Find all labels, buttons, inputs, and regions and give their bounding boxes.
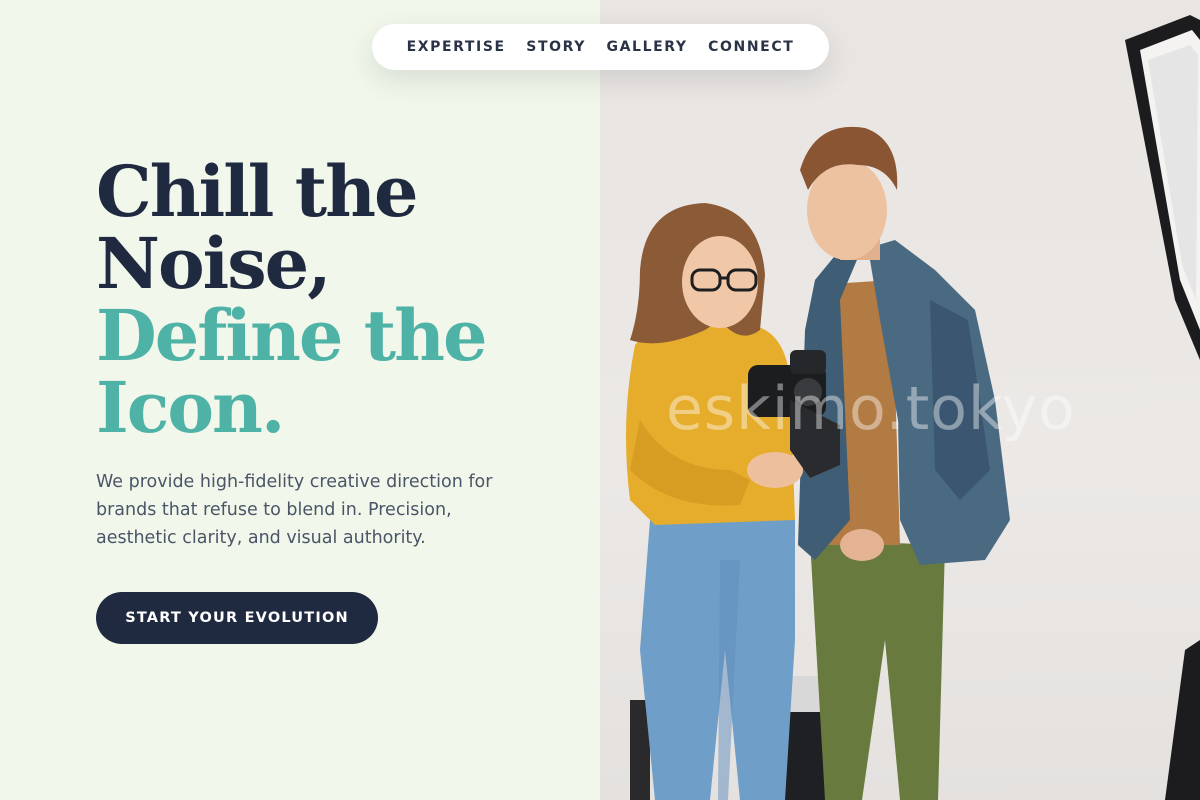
headline-line-4: Icon. <box>96 366 285 449</box>
nav-link-story[interactable]: STORY <box>526 39 586 55</box>
top-navigation: EXPERTISE STORY GALLERY CONNECT <box>372 24 829 70</box>
nav-link-connect[interactable]: CONNECT <box>708 39 794 55</box>
headline-line-3: Define the <box>96 294 488 377</box>
hero-section: Chill the Noise, Define the Icon. We pro… <box>0 0 600 800</box>
hero-description: We provide high-fidelity creative direct… <box>96 472 493 548</box>
start-evolution-button[interactable]: START YOUR EVOLUTION <box>96 592 378 644</box>
headline-line-1: Chill the <box>96 150 419 233</box>
hero-headline: Chill the Noise, Define the Icon. <box>96 156 556 444</box>
nav-link-expertise[interactable]: EXPERTISE <box>407 39 506 55</box>
nav-link-gallery[interactable]: GALLERY <box>607 39 688 55</box>
headline-line-2: Noise, <box>96 222 332 305</box>
hero-photo: eskimo.tokyo <box>600 0 1200 800</box>
watermark-text: eskimo.tokyo <box>666 374 1076 444</box>
